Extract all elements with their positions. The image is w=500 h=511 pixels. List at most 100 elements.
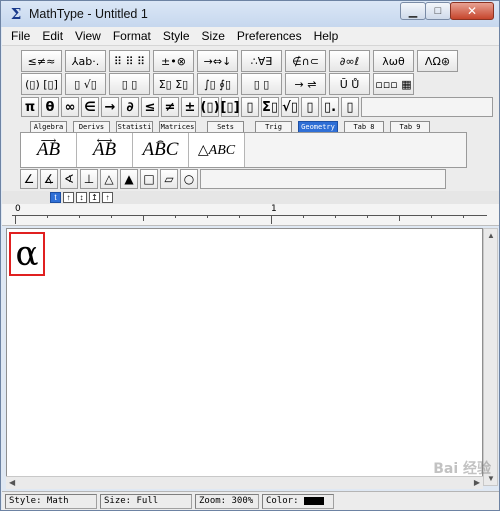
geometry-bar-empty-slot	[200, 169, 446, 189]
horizontal-scrollbar[interactable]: ◀ ▶	[6, 476, 483, 489]
less-equal-symbol-button[interactable]: ≤	[141, 97, 159, 117]
measured-angle-symbol-button[interactable]: ∡	[40, 169, 58, 189]
left-tab-stop-button[interactable]: t	[50, 192, 61, 203]
circle-symbol-button[interactable]: ○	[180, 169, 198, 189]
menu-edit[interactable]: Edit	[36, 29, 69, 43]
partial-symbol-button[interactable]: ∂	[121, 97, 139, 117]
menu-help[interactable]: Help	[308, 29, 345, 43]
subscripts-palette-button[interactable]: ▯ ▯	[109, 73, 150, 95]
operators-palette-button[interactable]: ±•⊗	[153, 50, 194, 72]
brackets-template-button[interactable]: [▯]	[220, 97, 240, 117]
greek-upper-palette-button[interactable]: ΛΩ⊛	[417, 50, 458, 72]
parentheses-template-button[interactable]: (▯)	[200, 97, 220, 117]
square-symbol-button[interactable]: □	[140, 169, 158, 189]
not-equal-symbol-button[interactable]: ≠	[161, 97, 179, 117]
theta-symbol-button[interactable]: θ	[41, 97, 59, 117]
filled-triangle-symbol-button[interactable]: ▲	[120, 169, 138, 189]
pi-symbol-button[interactable]: π	[21, 97, 39, 117]
matrices-palette-button[interactable]: ▫▫▫ ▦	[373, 73, 414, 95]
mathtype-window: Σ MathType - Untitled 1 ▁ □ ✕ File Edit …	[0, 0, 500, 511]
fractions-radicals-palette-button[interactable]: ▯ √▯	[65, 73, 106, 95]
fences-palette-button[interactable]: (▯) [▯]	[21, 73, 62, 95]
triangle-symbol-button[interactable]: △	[100, 169, 118, 189]
scroll-right-icon[interactable]: ▶	[474, 478, 480, 487]
labeled-arrows-palette-button[interactable]: → ⇌	[285, 73, 326, 95]
menu-style[interactable]: Style	[157, 29, 196, 43]
window-title: MathType - Untitled 1	[29, 7, 148, 21]
products-palette-button[interactable]: Ū Ů	[329, 73, 370, 95]
ruler-tick	[207, 215, 208, 218]
title-bar[interactable]: Σ MathType - Untitled 1 ▁ □ ✕	[1, 1, 499, 27]
menu-size[interactable]: Size	[196, 29, 231, 43]
right-arrow-symbol-button[interactable]: →	[101, 97, 119, 117]
spaces-palette-button[interactable]: ⅄ab·.	[65, 50, 106, 72]
tab-algebra[interactable]: Algebra	[30, 121, 67, 132]
ruler-tick	[431, 215, 432, 218]
relations-palette-button[interactable]: ≤≠≈	[21, 50, 62, 72]
fraction-template-button[interactable]: ▯	[241, 97, 259, 117]
ruler-tick	[399, 215, 400, 221]
scroll-up-icon[interactable]: ▲	[487, 231, 495, 240]
tab-derivs[interactable]: Derivs	[73, 121, 110, 132]
plus-minus-symbol-button[interactable]: ±	[181, 97, 199, 117]
alpha-character-highlight[interactable]: α	[9, 232, 45, 276]
scroll-left-icon[interactable]: ◀	[9, 478, 15, 487]
integrals-palette-button[interactable]: ∫▯ ∮▯	[197, 73, 238, 95]
right-arrow-over-icon: ⟶	[40, 135, 57, 147]
perpendicular-symbol-button[interactable]: ⊥	[80, 169, 98, 189]
template-label: △ABC	[197, 142, 236, 158]
sum-template-button[interactable]: Σ▯	[261, 97, 279, 117]
close-button[interactable]: ✕	[450, 2, 494, 20]
arrows-palette-button[interactable]: →⇔↓	[197, 50, 238, 72]
parallelogram-symbol-button[interactable]: ▱	[160, 169, 178, 189]
root-template-button[interactable]: √▯	[281, 97, 299, 117]
decimal-tab-stop-button[interactable]: ↑	[102, 192, 113, 203]
vertical-scrollbar[interactable]: ▲ ▼	[483, 228, 498, 486]
ruler-tick	[175, 215, 176, 218]
menu-view[interactable]: View	[69, 29, 107, 43]
tab-9[interactable]: Tab 9	[390, 121, 430, 132]
misc-palette-button[interactable]: ∂∞ℓ	[329, 50, 370, 72]
minimize-button[interactable]: ▁	[400, 2, 426, 20]
tab-trig[interactable]: Trig	[255, 121, 292, 132]
relation-tab-stop-button[interactable]: ↥	[89, 192, 100, 203]
embellishments-palette-button[interactable]: ⠿ ⠿ ⠿	[109, 50, 150, 72]
angle-symbol-button[interactable]: ∠	[20, 169, 38, 189]
sets-palette-button[interactable]: ∉∩⊂	[285, 50, 326, 72]
greek-lower-palette-button[interactable]: λωθ	[373, 50, 414, 72]
arc-template[interactable]: ⌢ ABC	[133, 133, 189, 167]
ruler-tick	[271, 215, 272, 224]
tab-statistics[interactable]: Statisti	[116, 121, 153, 132]
tab-sets[interactable]: Sets	[207, 121, 244, 132]
line-segment-template[interactable]: ⟷ AB	[77, 133, 133, 167]
underbars-palette-button[interactable]: ▯ ▯	[241, 73, 282, 95]
vector-segment-template[interactable]: ⟶ AB	[21, 133, 77, 167]
element-of-symbol-button[interactable]: ∈	[81, 97, 99, 117]
small-symbol-bar: π θ ∞ ∈ → ∂ ≤ ≠ ± (▯) [▯] ▯ Σ▯ √▯ ▯ ▯. ▯	[21, 97, 493, 117]
toolbar-panel: ≤≠≈ ⅄ab·. ⠿ ⠿ ⠿ ±•⊗ →⇔↓ ∴∀∃ ∉∩⊂ ∂∞ℓ λωθ …	[2, 46, 499, 191]
tab-stop-bar: t ↑ ↕ ↥ ↑	[2, 191, 499, 204]
menu-file[interactable]: File	[2, 29, 36, 43]
ruler-tick	[239, 215, 240, 218]
subscript-template-button[interactable]: ▯.	[321, 97, 339, 117]
menu-preferences[interactable]: Preferences	[231, 29, 308, 43]
equation-editing-area[interactable]: α	[6, 228, 483, 486]
tab-matrices[interactable]: Matrices	[159, 121, 196, 132]
tab-8[interactable]: Tab 8	[344, 121, 384, 132]
maximize-button[interactable]: □	[425, 2, 451, 20]
spherical-angle-symbol-button[interactable]: ∢	[60, 169, 78, 189]
pre-script-template-button[interactable]: ▯	[341, 97, 359, 117]
triangle-template[interactable]: △ABC	[189, 133, 245, 167]
menu-format[interactable]: Format	[107, 29, 157, 43]
ruler[interactable]: 0 1	[2, 204, 499, 226]
right-tab-stop-button[interactable]: ↕	[76, 192, 87, 203]
ruler-tick	[367, 215, 368, 218]
summations-palette-button[interactable]: Σ▯ Σ▯	[153, 73, 194, 95]
tab-geometry[interactable]: Geometry	[298, 121, 338, 132]
superscript-template-button[interactable]: ▯	[301, 97, 319, 117]
center-tab-stop-button[interactable]: ↑	[63, 192, 74, 203]
template-bar: ⟶ AB ⟷ AB ⌢ ABC △ABC	[20, 132, 467, 168]
logic-palette-button[interactable]: ∴∀∃	[241, 50, 282, 72]
infinity-symbol-button[interactable]: ∞	[61, 97, 79, 117]
equation-content: α	[15, 234, 39, 274]
